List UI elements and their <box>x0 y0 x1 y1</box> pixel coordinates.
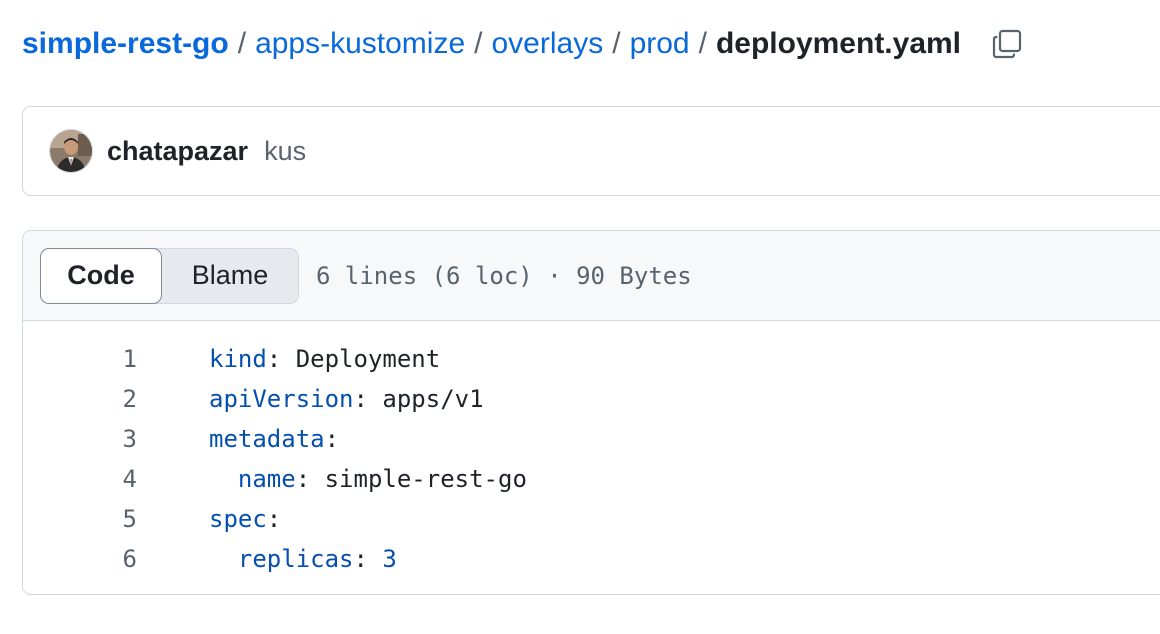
line-number[interactable]: 2 <box>23 385 137 413</box>
commit-message[interactable]: kus <box>264 136 306 167</box>
yaml-separator: : <box>266 505 282 533</box>
page: simple-rest-go / apps-kustomize / overla… <box>0 0 1160 634</box>
code-line: 6 replicas: 3 <box>23 539 1160 579</box>
yaml-value: apps/v1 <box>382 385 484 413</box>
yaml-key: metadata <box>209 425 325 453</box>
line-number[interactable]: 1 <box>23 345 137 373</box>
tab-blame[interactable]: Blame <box>162 249 298 303</box>
code-line: 3 metadata: <box>23 419 1160 459</box>
line-number[interactable]: 6 <box>23 545 137 573</box>
yaml-key: name <box>237 465 296 493</box>
copy-icon <box>992 29 1022 59</box>
yaml-key: kind <box>209 345 267 373</box>
file-header: Code Blame 6 lines (6 loc) · 90 Bytes <box>23 231 1160 321</box>
breadcrumb-link-apps-kustomize[interactable]: apps-kustomize <box>255 27 465 61</box>
breadcrumb-link-overlays[interactable]: overlays <box>492 27 604 61</box>
breadcrumb-separator: / <box>474 27 483 60</box>
yaml-separator: : <box>324 425 340 453</box>
line-content: apiVersion: apps/v1 <box>209 385 484 413</box>
line-content: replicas: 3 <box>209 545 397 573</box>
code-line: 5 spec: <box>23 499 1160 539</box>
tab-code[interactable]: Code <box>40 247 162 304</box>
yaml-separator: : <box>295 465 325 493</box>
avatar[interactable] <box>49 129 93 173</box>
line-content: metadata: <box>209 425 339 453</box>
line-content: spec: <box>209 505 281 533</box>
code-block: 1 kind: Deployment 2 apiVersion: apps/v1… <box>23 321 1160 579</box>
yaml-key: replicas <box>237 545 354 573</box>
latest-commit-box: chatapazar kus <box>22 106 1160 196</box>
breadcrumb-separator: / <box>612 27 621 60</box>
breadcrumb-link-prod[interactable]: prod <box>630 27 690 61</box>
yaml-key: apiVersion <box>209 385 354 413</box>
breadcrumb-separator: / <box>237 27 247 60</box>
line-content: kind: Deployment <box>209 345 440 373</box>
code-line: 2 apiVersion: apps/v1 <box>23 379 1160 419</box>
yaml-separator: : <box>266 345 296 373</box>
yaml-value: 3 <box>382 545 397 573</box>
avatar-image <box>50 130 92 172</box>
yaml-separator: : <box>353 385 383 413</box>
breadcrumb: simple-rest-go / apps-kustomize / overla… <box>22 22 1025 66</box>
file-viewer: Code Blame 6 lines (6 loc) · 90 Bytes 1 … <box>22 230 1160 595</box>
copy-path-button[interactable] <box>989 26 1025 62</box>
yaml-value: Deployment <box>295 345 441 373</box>
yaml-value: simple-rest-go <box>324 465 527 493</box>
breadcrumb-separator: / <box>698 27 707 60</box>
yaml-separator: : <box>353 545 383 573</box>
line-number[interactable]: 5 <box>23 505 137 533</box>
breadcrumb-repo-link[interactable]: simple-rest-go <box>22 27 229 61</box>
code-line: 4 name: simple-rest-go <box>23 459 1160 499</box>
code-blame-toggle: Code Blame <box>40 247 299 304</box>
yaml-key: spec <box>209 505 267 533</box>
code-line: 1 kind: Deployment <box>23 339 1160 379</box>
commit-author[interactable]: chatapazar <box>107 136 248 167</box>
file-meta-info: 6 lines (6 loc) · 90 Bytes <box>316 261 692 290</box>
line-number[interactable]: 3 <box>23 425 137 453</box>
line-content: name: simple-rest-go <box>209 465 527 493</box>
breadcrumb-current-file: deployment.yaml <box>715 27 962 60</box>
line-number[interactable]: 4 <box>23 465 137 493</box>
